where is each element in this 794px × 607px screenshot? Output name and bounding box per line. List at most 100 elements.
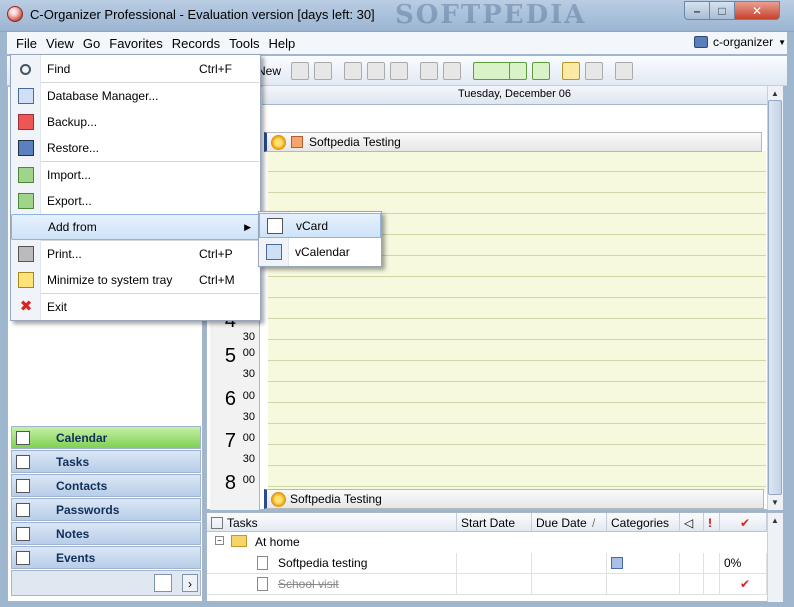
copy-icon[interactable] (367, 62, 385, 80)
scroll-up-icon[interactable]: ▲ (768, 514, 782, 527)
close-button[interactable]: ✕ (734, 1, 780, 20)
maximize-button[interactable]: □ (709, 1, 735, 20)
menu-file[interactable]: File (13, 36, 40, 51)
calendar-view-icon[interactable] (562, 62, 580, 80)
scroll-up-icon[interactable]: ▲ (768, 87, 782, 100)
app-icon[interactable] (7, 6, 23, 22)
speaker-icon: ◁ (684, 516, 694, 530)
paste-icon[interactable] (390, 62, 408, 80)
layout-icon[interactable] (615, 62, 633, 80)
menu-view[interactable]: View (43, 36, 77, 51)
column-tasks[interactable]: Tasks (207, 513, 457, 532)
completed-check-icon[interactable]: ✔ (720, 574, 767, 595)
category-color-icon (291, 136, 303, 148)
menu-item-import[interactable]: Import... (11, 162, 260, 188)
exit-icon: ✖ (19, 298, 33, 315)
column-categories[interactable]: Categories (607, 513, 680, 532)
document-icon (257, 556, 268, 570)
window-title: C-Organizer Professional - Evaluation ve… (30, 7, 375, 22)
chevron-right-icon[interactable]: › (182, 574, 198, 592)
submenu-arrow-icon: ▶ (244, 221, 251, 232)
tray-icon (18, 272, 34, 288)
watermark: SOFTPEDIA (395, 0, 587, 30)
menu-item-restore[interactable]: Restore... (11, 135, 260, 161)
nav-events[interactable]: Events (11, 546, 201, 569)
tasks-icon (211, 517, 223, 529)
table-row[interactable]: School visit ✔ (207, 574, 767, 595)
menu-bar: File View Go Favorites Records Tools Hel… (7, 32, 787, 54)
task-view-icon[interactable] (473, 62, 511, 80)
day-header: Tuesday, December 06 (262, 86, 767, 105)
calendar-icon (16, 430, 30, 445)
edit-icon[interactable] (291, 62, 309, 80)
restore-icon (18, 140, 34, 156)
calendar-event[interactable]: Softpedia Testing (264, 132, 762, 152)
navigation-footer: › (11, 570, 201, 596)
hour-8: 8 00 (224, 472, 255, 494)
nav-notes[interactable]: Notes (11, 522, 201, 545)
note-icon[interactable] (443, 62, 461, 80)
tasks-icon (16, 454, 30, 469)
menu-item-minimize-to-tray[interactable]: Minimize to system tray Ctrl+M (11, 267, 260, 293)
menu-item-database-manager[interactable]: Database Manager... (11, 83, 260, 109)
menu-tools[interactable]: Tools (226, 36, 262, 51)
menu-item-add-from[interactable]: Add from ▶ (11, 214, 260, 240)
nav-passwords[interactable]: Passwords (11, 498, 201, 521)
contacts-view-icon[interactable] (509, 62, 527, 80)
menu-favorites[interactable]: Favorites (106, 36, 165, 51)
submenu-item-vcalendar[interactable]: vCalendar (259, 240, 381, 265)
delete-record-icon[interactable] (314, 62, 332, 80)
nav-tasks[interactable]: Tasks (11, 450, 201, 473)
column-start-date[interactable]: Start Date (457, 513, 532, 532)
import-icon (18, 167, 34, 183)
collapse-icon[interactable]: − (215, 536, 224, 545)
time-slots[interactable] (268, 151, 766, 492)
menu-item-export[interactable]: Export... (11, 188, 260, 214)
backup-icon (18, 114, 34, 130)
cut-icon[interactable] (344, 62, 362, 80)
menu-item-print[interactable]: Print... Ctrl+P (11, 241, 260, 267)
calendar-event[interactable]: Softpedia Testing (264, 489, 764, 509)
nav-calendar[interactable]: Calendar (11, 426, 201, 449)
configure-nav-icon[interactable] (154, 574, 172, 592)
properties-icon[interactable] (420, 62, 438, 80)
notes-icon (16, 526, 30, 541)
find-icon (20, 63, 31, 75)
task-group[interactable]: − At home (207, 532, 767, 553)
profile-icon (694, 36, 709, 48)
nav-contacts[interactable]: Contacts (11, 474, 201, 497)
profile-label: c-organizer (713, 35, 774, 49)
column-priority[interactable]: ! (704, 513, 720, 532)
submenu-item-vcard[interactable]: vCard (259, 213, 381, 238)
column-reminder[interactable]: ◁ (680, 513, 704, 532)
events-view-icon[interactable] (532, 62, 550, 80)
table-row[interactable]: Softpedia testing 0% (207, 553, 767, 574)
reminder-icon (271, 134, 286, 150)
vcard-icon (267, 218, 283, 234)
hour-6: 6 00 30 (224, 388, 255, 423)
menu-records[interactable]: Records (169, 36, 223, 51)
menu-item-find[interactable]: Find Ctrl+F (11, 56, 260, 82)
passwords-icon (16, 502, 30, 517)
menu-help[interactable]: Help (266, 36, 299, 51)
document-icon (257, 577, 268, 591)
scroll-down-icon[interactable]: ▼ (768, 496, 782, 509)
column-due-date[interactable]: Due Date / (532, 513, 607, 532)
calendar-scroll-thumb[interactable] (768, 100, 782, 495)
column-completed[interactable]: ✔ (720, 513, 767, 532)
minimize-button[interactable]: – (684, 1, 710, 20)
database-icon (18, 88, 34, 104)
chevron-down-icon: ▼ (778, 37, 786, 47)
menu-item-backup[interactable]: Backup... (11, 109, 260, 135)
tasks-header: Tasks Start Date Due Date / Categories ◁ … (207, 513, 767, 532)
print-icon (18, 246, 34, 262)
file-menu: Find Ctrl+F Database Manager... Backup...… (10, 54, 261, 321)
contacts-icon (16, 478, 30, 493)
events-icon (16, 550, 30, 565)
menu-go[interactable]: Go (80, 36, 103, 51)
menu-item-exit[interactable]: ✖ Exit (11, 294, 260, 320)
hour-7: 7 00 30 (224, 430, 255, 465)
hour-5: 5 00 30 (224, 345, 255, 380)
profile-selector[interactable]: c-organizer ▼ (694, 35, 786, 49)
notes-view-icon[interactable] (585, 62, 603, 80)
